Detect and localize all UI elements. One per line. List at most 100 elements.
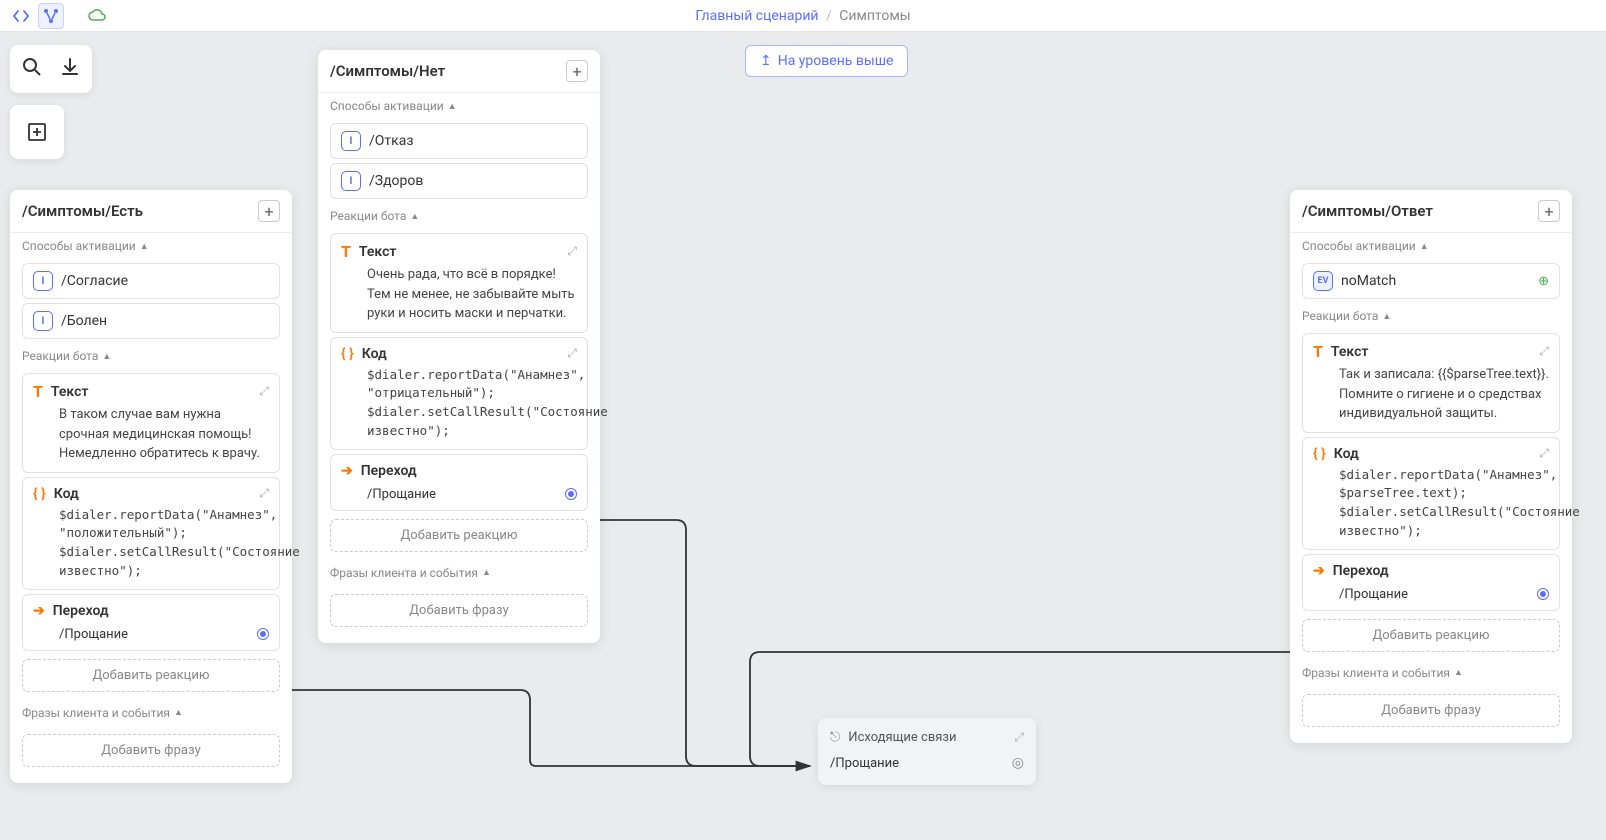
phrases-section-label[interactable]: Фразы клиента и события▲ [1290, 660, 1572, 686]
node-symptoms-yes[interactable]: /Симптомы/Есть + Способы активации▲ I/Со… [10, 190, 292, 783]
up-level-label: На уровень выше [778, 53, 894, 69]
reaction-text-block[interactable]: TТекст⤢ Так и записала: {{$parseTree.tex… [1302, 333, 1560, 433]
chevron-up-icon: ▲ [1420, 241, 1429, 252]
globe-icon: ⊕ [1538, 274, 1549, 289]
add-reaction-button[interactable]: Добавить реакцию [330, 519, 588, 552]
expand-icon[interactable]: ⤢ [1014, 730, 1024, 745]
add-node-button[interactable] [10, 105, 64, 159]
reaction-code-block[interactable]: { }Код⤢ $dialer.reportData("Анамнез", "п… [22, 477, 280, 590]
activation-section-label[interactable]: Способы активации▲ [1290, 233, 1572, 259]
node-title: /Симптомы/Ответ [1302, 202, 1433, 220]
add-reaction-button[interactable]: Добавить реакцию [22, 659, 280, 692]
transition-target: /Прощание [33, 623, 269, 642]
event-icon: EV [1313, 271, 1333, 291]
reaction-text-body: В таком случае вам нужна срочная медицин… [33, 405, 269, 464]
node-header: /Симптомы/Ответ + [1290, 190, 1572, 233]
cloud-sync-button[interactable] [84, 3, 110, 29]
text-icon: T [33, 382, 43, 401]
node-add-button[interactable]: + [258, 200, 280, 222]
code-icon: { } [341, 346, 354, 362]
expand-icon[interactable]: ⤢ [567, 346, 577, 361]
outgoing-item[interactable]: /Прощание ◎ [818, 749, 1036, 777]
reaction-text-body: Так и записала: {{$parseTree.text}}. Пом… [1313, 365, 1549, 424]
intent-icon: I [33, 271, 53, 291]
reaction-transition-block[interactable]: ➔Переход /Прощание [330, 454, 588, 511]
code-icon: { } [1313, 446, 1326, 462]
canvas-toolbar [10, 45, 92, 159]
chevron-up-icon: ▲ [1454, 667, 1463, 678]
activation-item[interactable]: I/Согласие [22, 263, 280, 299]
text-icon: T [1313, 342, 1323, 361]
activation-section-label[interactable]: Способы активации▲ [10, 233, 292, 259]
code-view-button[interactable] [8, 3, 34, 29]
transition-target: /Прощание [341, 483, 577, 502]
reaction-code-body: $dialer.reportData("Анамнез", "отрицател… [341, 366, 577, 441]
activation-item[interactable]: I/Отказ [330, 123, 588, 159]
chevron-up-icon: ▲ [174, 707, 183, 718]
reactions-section-label[interactable]: Реакции бота▲ [10, 343, 292, 369]
chevron-up-icon: ▲ [1382, 311, 1391, 322]
chevron-up-icon: ▲ [102, 351, 111, 362]
node-header: /Симптомы/Нет + [318, 50, 600, 93]
phrases-section-label[interactable]: Фразы клиента и события▲ [10, 700, 292, 726]
reaction-code-body: $dialer.reportData("Анамнез", "положител… [33, 506, 269, 581]
breadcrumb: Главный сценарий / Симптомы [695, 8, 910, 24]
topbar-left [8, 3, 110, 29]
expand-icon[interactable]: ⤢ [259, 384, 269, 399]
reaction-code-block[interactable]: { }Код⤢ $dialer.reportData("Анамнез", $p… [1302, 437, 1560, 550]
expand-icon[interactable]: ⤢ [259, 486, 269, 501]
reaction-text-block[interactable]: TТекст⤢ Очень рада, что всё в порядке! Т… [330, 233, 588, 333]
link-icon: ⎋ [830, 730, 840, 745]
outgoing-connections-panel[interactable]: ⎋Исходящие связи ⤢ /Прощание ◎ [818, 718, 1036, 785]
node-add-button[interactable]: + [1538, 200, 1560, 222]
add-phrase-button[interactable]: Добавить фразу [330, 594, 588, 627]
chevron-up-icon: ▲ [140, 241, 149, 252]
reactions-section-label[interactable]: Реакции бота▲ [1290, 303, 1572, 329]
connection-port[interactable] [1537, 588, 1549, 600]
reaction-transition-block[interactable]: ➔Переход /Прощание [1302, 554, 1560, 611]
activation-item[interactable]: EVnoMatch ⊕ [1302, 263, 1560, 299]
node-header: /Симптомы/Есть + [10, 190, 292, 233]
graph-view-button[interactable] [38, 3, 64, 29]
arrow-right-icon: ➔ [1313, 563, 1325, 579]
node-title: /Симптомы/Есть [22, 202, 143, 220]
target-icon[interactable]: ◎ [1012, 755, 1024, 771]
outgoing-header: ⎋Исходящие связи ⤢ [818, 726, 1036, 749]
intent-icon: I [33, 311, 53, 331]
connection-port[interactable] [565, 488, 577, 500]
add-phrase-button[interactable]: Добавить фразу [22, 734, 280, 767]
chevron-up-icon: ▲ [482, 567, 491, 578]
search-icon[interactable] [22, 57, 42, 81]
add-reaction-button[interactable]: Добавить реакцию [1302, 619, 1560, 652]
reaction-text-block[interactable]: TТекст⤢ В таком случае вам нужна срочная… [22, 373, 280, 473]
breadcrumb-root[interactable]: Главный сценарий [695, 8, 818, 24]
activation-section-label[interactable]: Способы активации▲ [318, 93, 600, 119]
arrow-up-icon: ↥ [760, 53, 772, 69]
arrow-right-icon: ➔ [341, 463, 353, 479]
up-level-button[interactable]: ↥ На уровень выше [745, 45, 908, 77]
transition-target: /Прощание [1313, 583, 1549, 602]
reaction-code-block[interactable]: { }Код⤢ $dialer.reportData("Анамнез", "о… [330, 337, 588, 450]
expand-icon[interactable]: ⤢ [1539, 446, 1549, 461]
node-symptoms-no[interactable]: /Симптомы/Нет + Способы активации▲ I/Отк… [318, 50, 600, 643]
intent-icon: I [341, 131, 361, 151]
node-symptoms-answer[interactable]: /Симптомы/Ответ + Способы активации▲ EVn… [1290, 190, 1572, 743]
activation-item[interactable]: I/Здоров [330, 163, 588, 199]
reactions-section-label[interactable]: Реакции бота▲ [318, 203, 600, 229]
reaction-code-body: $dialer.reportData("Анамнез", $parseTree… [1313, 466, 1549, 541]
text-icon: T [341, 242, 351, 261]
node-add-button[interactable]: + [566, 60, 588, 82]
expand-icon[interactable]: ⤢ [567, 244, 577, 259]
breadcrumb-current: Симптомы [839, 8, 910, 24]
reaction-transition-block[interactable]: ➔Переход /Прощание [22, 594, 280, 651]
chevron-up-icon: ▲ [410, 211, 419, 222]
phrases-section-label[interactable]: Фразы клиента и события▲ [318, 560, 600, 586]
activation-item[interactable]: I/Болен [22, 303, 280, 339]
node-title: /Симптомы/Нет [330, 62, 445, 80]
connection-port[interactable] [257, 628, 269, 640]
topbar: Главный сценарий / Симптомы [0, 0, 1606, 32]
intent-icon: I [341, 171, 361, 191]
add-phrase-button[interactable]: Добавить фразу [1302, 694, 1560, 727]
expand-icon[interactable]: ⤢ [1539, 344, 1549, 359]
download-icon[interactable] [60, 57, 80, 81]
